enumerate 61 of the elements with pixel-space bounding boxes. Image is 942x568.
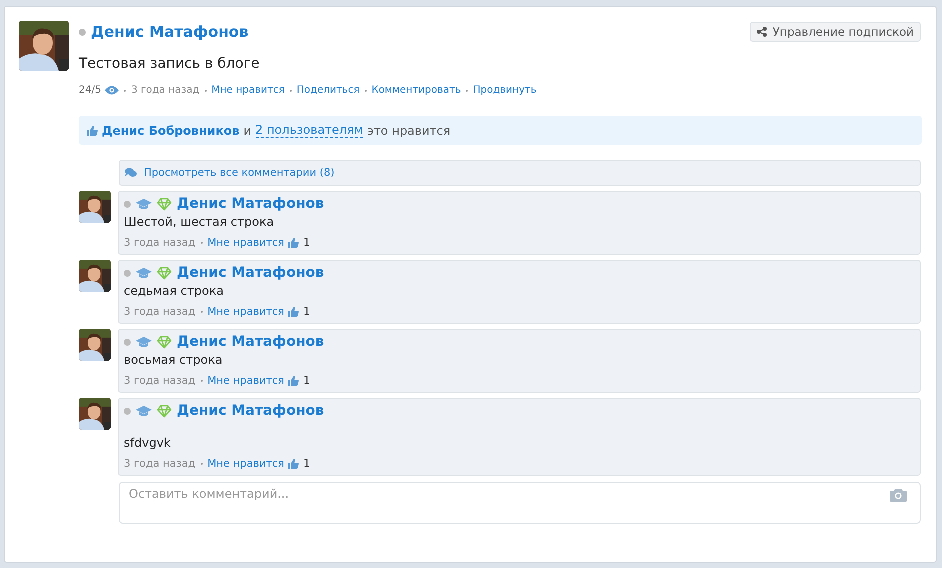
like-link[interactable]: Мне нравится (208, 306, 284, 318)
thumbs-up-icon (87, 126, 98, 136)
separator-dot (204, 90, 207, 92)
comment-time: 3 года назад (124, 374, 196, 386)
like-count: 1 (303, 374, 310, 387)
author-name[interactable]: Денис Матафонов (177, 334, 324, 350)
view-count: 24/5 (79, 85, 102, 96)
action-link[interactable]: Продвинуть (473, 85, 537, 96)
separator-dot (200, 310, 203, 312)
user-link[interactable]: Денис Бобровников (102, 124, 240, 138)
comment-time: 3 года назад (124, 306, 196, 318)
separator-dot (466, 90, 468, 92)
separator-dot (200, 462, 203, 464)
action-link[interactable]: Комментировать (372, 85, 462, 96)
chat-icon (125, 168, 137, 178)
separator-dot (290, 90, 292, 92)
graduation-cap-icon (136, 268, 152, 278)
author-name[interactable]: Денис Матафонов (91, 23, 249, 41)
separator-dot (200, 242, 203, 244)
like-link[interactable]: Мне нравится (208, 458, 284, 470)
author-name[interactable]: Денис Матафонов (177, 403, 324, 419)
comment-text: восьмая строка (124, 353, 224, 367)
diamond-icon (157, 198, 172, 210)
thumbs-up-icon (288, 458, 300, 468)
camera-icon[interactable] (890, 489, 907, 502)
comment-text: седьмая строка (124, 284, 225, 298)
diamond-icon (157, 404, 172, 418)
thumbs-up-icon (288, 376, 300, 386)
separator-dot (364, 90, 367, 92)
comment-field[interactable]: Оставить комментарий... (119, 482, 921, 524)
post-time: 3 года назад (131, 85, 200, 96)
graduation-cap-icon (136, 198, 152, 210)
like-count: 1 (303, 457, 310, 470)
like-count: 1 (303, 305, 310, 318)
conjunction: и (244, 124, 252, 138)
likes-suffix: это нравится (367, 124, 451, 138)
post-text: Тестовая запись в блоге (79, 56, 261, 72)
eye-icon (105, 86, 120, 95)
author-name[interactable]: Денис Матафонов (177, 265, 324, 281)
comment-time: 3 года назад (124, 458, 196, 470)
thumbs-up-icon (288, 306, 300, 316)
like-link[interactable]: Мне нравится (208, 374, 284, 386)
like-link[interactable]: Мне нравится (208, 236, 284, 248)
comment-text: Шестой, шестая строка (124, 215, 276, 229)
users-link[interactable]: 2 пользователям (256, 123, 364, 138)
diamond-icon (157, 336, 172, 348)
diamond-icon (157, 266, 172, 280)
view-all-comments-button[interactable]: Просмотреть все комментарии (8) (119, 160, 921, 186)
comment-text: sfdvgvk (124, 435, 172, 450)
separator-dot (200, 380, 203, 382)
comment-time: 3 года назад (124, 236, 196, 248)
graduation-cap-icon (136, 406, 152, 416)
author-name[interactable]: Денис Матафонов (177, 196, 324, 212)
graduation-cap-icon (136, 336, 152, 348)
share-icon (756, 27, 767, 37)
subscription-button[interactable]: Управление подпиской (750, 22, 921, 42)
action-link[interactable]: Мне нравится (212, 85, 285, 96)
like-count: 1 (303, 236, 310, 249)
separator-dot (124, 90, 126, 92)
action-link[interactable]: Поделиться (296, 85, 360, 96)
thumbs-up-icon (288, 238, 300, 248)
